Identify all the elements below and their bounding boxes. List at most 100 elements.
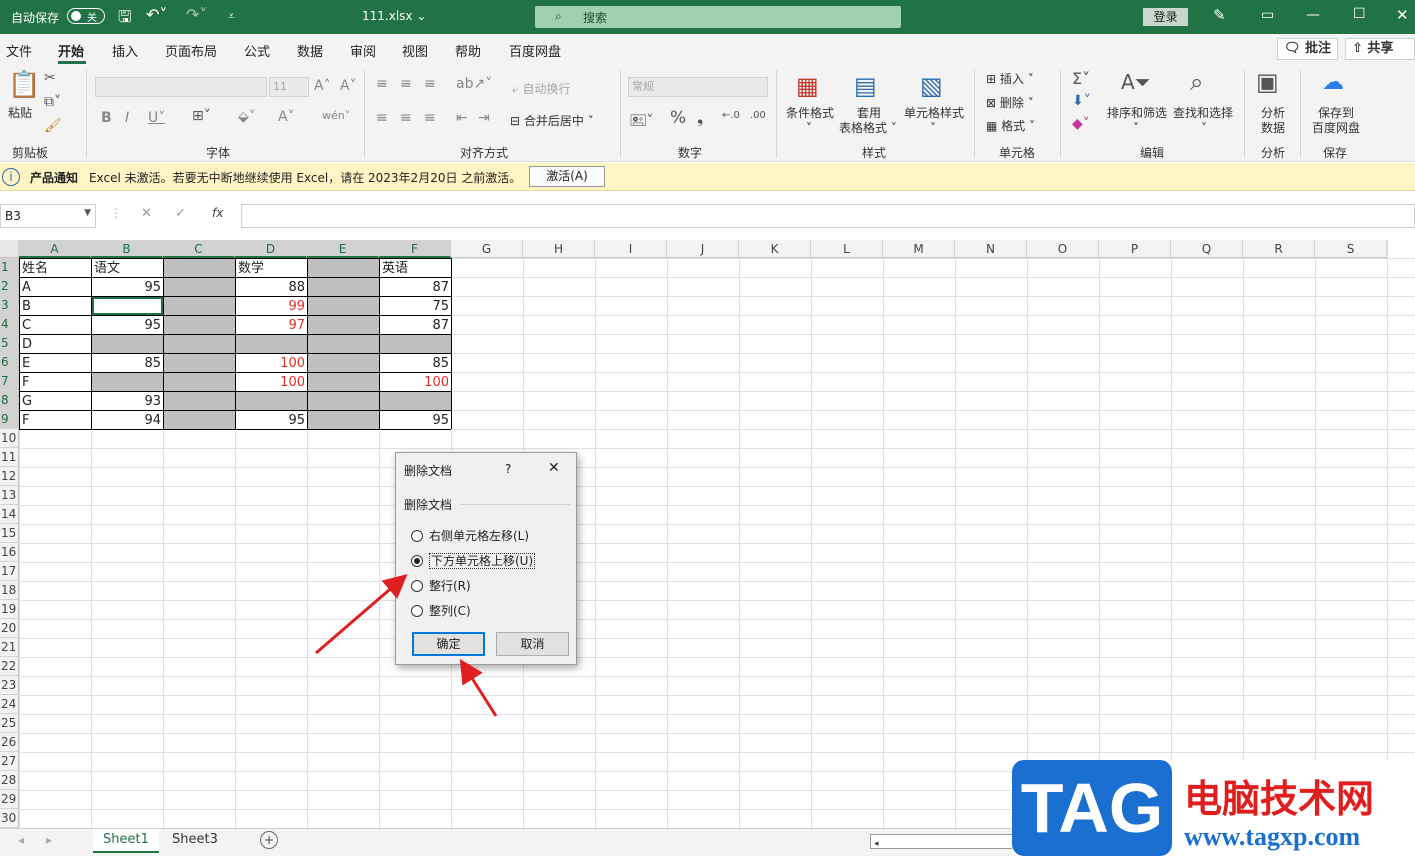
phonetic-icon[interactable]: wén˅ [322, 109, 350, 122]
column-header-N[interactable]: N [955, 240, 1027, 258]
column-header-G[interactable]: G [451, 240, 523, 258]
cell-B4[interactable]: 95 [92, 316, 163, 334]
option-entire-column[interactable]: 整列(C) [411, 602, 471, 619]
cell-A2[interactable]: A [20, 278, 91, 296]
row-header-4[interactable]: 4 [0, 315, 19, 334]
cell-C1[interactable] [164, 259, 235, 277]
cell-D1[interactable]: 数学 [236, 259, 307, 277]
middle-align-icon[interactable]: ≡ [400, 76, 412, 92]
sheet-tab-sheet3[interactable]: Sheet3 [162, 829, 228, 853]
clear-icon[interactable]: ◆˅ [1072, 116, 1090, 132]
column-header-L[interactable]: L [811, 240, 883, 258]
cell-E4[interactable] [308, 316, 379, 334]
column-header-A[interactable]: A [19, 240, 91, 258]
cell-E5[interactable] [308, 335, 379, 353]
cell-styles-icon[interactable]: ▧ [920, 72, 943, 100]
row-header-9[interactable]: 9 [0, 410, 19, 429]
menu-insert[interactable]: 插入 [112, 41, 138, 60]
cancel-entry-icon[interactable]: ✕ [141, 206, 152, 221]
row-header-6[interactable]: 6 [0, 353, 19, 372]
cell-E1[interactable] [308, 259, 379, 277]
cell-D6[interactable]: 100 [236, 354, 307, 372]
currency-icon[interactable]: 🖭˅ [630, 110, 653, 134]
login-button[interactable]: 登录 [1143, 8, 1188, 26]
cell-C6[interactable] [164, 354, 235, 372]
option-entire-row[interactable]: 整行(R) [411, 577, 471, 594]
dialog-close-icon[interactable]: ✕ [548, 460, 560, 476]
menu-formulas[interactable]: 公式 [244, 41, 270, 60]
menu-view[interactable]: 视图 [402, 41, 428, 60]
copy-icon[interactable]: ⧉˅ [44, 94, 61, 110]
column-header-Q[interactable]: Q [1171, 240, 1243, 258]
horizontal-scrollbar[interactable]: ◂ [870, 834, 1015, 849]
radio-shift-left[interactable] [411, 530, 423, 542]
increase-decimal-icon[interactable]: ←.0 [722, 110, 740, 121]
cell-A5[interactable]: D [20, 335, 91, 353]
select-all-corner[interactable] [0, 240, 19, 258]
column-header-R[interactable]: R [1243, 240, 1315, 258]
cell-D5[interactable] [236, 335, 307, 353]
cell-D8[interactable] [236, 392, 307, 410]
cancel-button[interactable]: 取消 [496, 632, 569, 656]
radio-entire-row[interactable] [411, 580, 423, 592]
save-icon[interactable]: 🖫 [118, 6, 132, 33]
paste-icon[interactable]: 📋 [8, 70, 40, 100]
column-header-B[interactable]: B [91, 240, 163, 258]
right-align-icon[interactable]: ≡ [424, 110, 436, 126]
bottom-align-icon[interactable]: ≡ [424, 76, 436, 92]
underline-icon[interactable]: U˅ [148, 110, 165, 126]
save-baidu-button-line2[interactable]: 百度网盘 [1312, 119, 1360, 136]
row-header-7[interactable]: 7 [0, 372, 19, 391]
scroll-prev-sheet-icon[interactable]: ◂ [18, 833, 24, 847]
row-header-25[interactable]: 25 [0, 714, 19, 733]
add-sheet-icon[interactable]: + [260, 831, 278, 849]
column-header-D[interactable]: D [235, 240, 307, 258]
cell-B6[interactable]: 85 [92, 354, 163, 372]
redo-icon[interactable]: ↷˅ [186, 5, 207, 24]
row-header-2[interactable]: 2 [0, 277, 19, 296]
minimize-icon[interactable]: — [1306, 7, 1320, 23]
menu-file[interactable]: 文件 [6, 41, 32, 60]
cell-B5[interactable] [92, 335, 163, 353]
menu-review[interactable]: 审阅 [350, 41, 376, 60]
cell-D7[interactable]: 100 [236, 373, 307, 391]
file-title[interactable]: 111.xlsx ⌄ [362, 9, 426, 23]
menu-help[interactable]: 帮助 [455, 41, 481, 60]
cell-E6[interactable] [308, 354, 379, 372]
cell-C3[interactable] [164, 297, 235, 315]
row-header-28[interactable]: 28 [0, 771, 19, 790]
search-input[interactable]: ⌕ 搜索 [535, 6, 901, 28]
format-table-button-line2[interactable]: 表格格式 ˅ [839, 119, 897, 136]
option-shift-up[interactable]: 下方单元格上移(U) [411, 552, 536, 569]
comment-button[interactable]: 🗨 批注 [1277, 38, 1339, 60]
row-header-14[interactable]: 14 [0, 505, 19, 524]
cell-F3[interactable]: 75 [380, 297, 451, 315]
cell-F6[interactable]: 85 [380, 354, 451, 372]
radio-entire-column[interactable] [411, 605, 423, 617]
column-header-F[interactable]: F [379, 240, 451, 258]
cell-F9[interactable]: 95 [380, 411, 451, 429]
grow-font-icon[interactable]: A˄ [314, 78, 331, 94]
customize-icon[interactable]: ⩡ [228, 9, 235, 24]
scroll-next-sheet-icon[interactable]: ▸ [46, 833, 52, 847]
paste-button[interactable]: 粘贴 [8, 104, 32, 121]
ribbon-display-icon[interactable]: ▭ [1261, 7, 1274, 23]
find-select-button[interactable]: 查找和选择 ˅ [1173, 104, 1233, 135]
column-header-J[interactable]: J [667, 240, 739, 258]
merge-center-button[interactable]: ⊟ 合并后居中 ˅ [510, 112, 594, 129]
cell-F5[interactable] [380, 335, 451, 353]
worksheet-grid[interactable]: ABCDEFGHIJKLMNOPQRS 1 2 3 4 5 6 7 8 9 10 11 12 13 14 1… [0, 240, 1415, 828]
fill-color-icon[interactable]: ⬙˅ [238, 109, 256, 125]
cell-A3[interactable]: B [20, 297, 91, 315]
cell-C4[interactable] [164, 316, 235, 334]
number-format-select[interactable]: 常规 [628, 77, 768, 97]
font-color-icon[interactable]: A˅ [278, 109, 295, 125]
cell-A6[interactable]: E [20, 354, 91, 372]
center-align-icon[interactable]: ≡ [400, 110, 412, 126]
cell-F4[interactable]: 87 [380, 316, 451, 334]
cell-B2[interactable]: 95 [92, 278, 163, 296]
menu-baidu[interactable]: 百度网盘 [509, 41, 561, 60]
find-select-icon[interactable]: ⌕ [1190, 68, 1203, 96]
row-header-17[interactable]: 17 [0, 562, 19, 581]
cell-F1[interactable]: 英语 [380, 259, 451, 277]
